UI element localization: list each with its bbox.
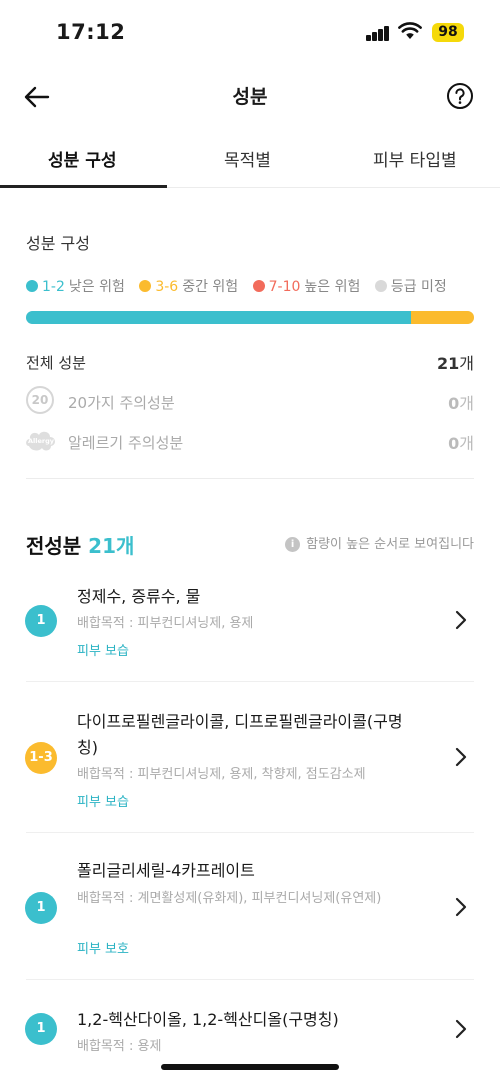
allergy-icon-text: Allergy [28,437,55,445]
legend-low-label: 낮은 위험 [68,279,125,295]
legend-none-label: 등급 미정 [390,279,447,295]
active-tab-indicator [0,185,167,188]
ingredient-purpose: 배합목적 : 계면활성제(유화제), 피부컨디셔닝제(유연제) [77,891,382,906]
legend-mid-dot [139,280,152,292]
tab-bar: 성분 구성 목적별 피부 타입별 [0,128,500,188]
caution20-value: 0개 [448,390,474,414]
risk-bar-mid-fill [410,311,474,324]
risk-distribution-bar [26,311,474,324]
grade-badge: 1 [25,892,57,924]
status-bar: 17:12 98 [0,0,500,66]
sort-note: i 함량이 높은 순서로 보여집니다 [285,533,474,552]
chevron-right-icon[interactable] [452,896,470,918]
legend-low: 1-2 낮은 위험 [26,276,125,296]
section-divider [26,478,474,479]
tab-composition[interactable]: 성분 구성 [48,146,116,171]
ingredient-tag: 피부 보습 [77,795,129,810]
ingredient-item[interactable]: 1-3 다이프로필렌글라이콜, 디프로필렌글라이콜(구명칭) 배합목적 : 피부… [0,682,500,833]
ingredient-name: 정제수, 증류수, 물 [77,587,201,606]
risk-legend: 1-2 낮은 위험 3-6 중간 위험 7-10 높은 위험 등급 미정 [26,276,447,296]
legend-none: 등급 미정 [374,276,447,296]
ingredient-name: 폴리글리세릴-4카프레이트 [77,861,255,880]
status-time: 17:12 [56,20,126,44]
allergy-row[interactable]: Allergy 알레르기 주의성분 0개 [26,430,474,454]
risk-bar-low-fill [26,311,411,324]
caution20-row[interactable]: 20 20가지 주의성분 0개 [26,386,474,414]
caution20-label: 20가지 주의성분 [68,394,175,412]
ingredient-tag: 피부 보호 [77,942,129,957]
legend-mid-label: 중간 위험 [182,279,239,295]
total-ingredients-row: 전체 성분 21개 [26,350,474,374]
full-ingredients-count: 21개 [88,534,135,558]
battery-indicator: 98 [432,23,464,42]
ingredient-tag: 피부 보습 [77,644,129,659]
composition-title: 성분 구성 [26,234,90,253]
legend-none-dot [374,280,387,292]
allergy-icon: Allergy [26,431,56,451]
page-title: 성분 [232,86,268,108]
total-count: 21 [437,354,460,373]
tab-skin-type[interactable]: 피부 타입별 [373,146,457,171]
allergy-unit: 개 [459,434,474,453]
home-indicator[interactable] [161,1064,339,1070]
navigation-bar: 성분 [0,66,500,126]
ingredient-name: 다이프로필렌글라이콜, 디프로필렌글라이콜(구명칭) [77,712,403,757]
full-title-text: 전성분 [26,534,82,558]
ingredient-purpose: 배합목적 : 피부컨디셔닝제, 용제, 착향제, 점도감소제 [77,767,366,782]
legend-mid: 3-6 중간 위험 [139,276,238,296]
total-unit: 개 [459,354,474,373]
caution-20-icon: 20 [26,386,54,414]
grade-badge: 1-3 [25,742,57,774]
chevron-right-icon[interactable] [452,1018,470,1040]
ingredient-purpose: 배합목적 : 용제 [77,1039,162,1054]
ingredient-item[interactable]: 1 폴리글리세릴-4카프레이트 배합목적 : 계면활성제(유화제), 피부컨디셔… [0,833,500,980]
cellular-signal-icon [366,25,390,41]
legend-high-label: 높은 위험 [304,279,361,295]
allergy-count: 0 [448,434,460,453]
legend-low-dot [26,280,38,292]
full-ingredients-title: 전성분 21개 [26,530,134,559]
legend-high-range: 7-10 [268,279,301,295]
caution20-count: 0 [448,394,460,413]
grade-badge: 1 [25,1013,57,1045]
wifi-icon [398,22,422,39]
info-icon: i [285,537,301,552]
legend-high-dot [252,280,265,292]
legend-mid-range: 3-6 [155,279,179,295]
chevron-right-icon[interactable] [452,746,470,768]
legend-high: 7-10 높은 위험 [252,276,361,296]
allergy-label: 알레르기 주의성분 [68,434,184,452]
caution20-unit: 개 [459,394,474,413]
allergy-value: 0개 [448,430,474,454]
help-icon[interactable] [446,82,474,110]
ingredient-name: 1,2-헥산다이올, 1,2-헥산디올(구명칭) [77,1010,339,1029]
legend-low-range: 1-2 [42,279,65,295]
total-value: 21개 [437,350,474,374]
chevron-right-icon[interactable] [452,609,470,631]
grade-badge: 1 [25,605,57,637]
total-label: 전체 성분 [26,354,86,372]
ingredient-item[interactable]: 1 정제수, 증류수, 물 배합목적 : 피부컨디셔닝제, 용제 피부 보습 [0,576,500,682]
ingredient-purpose: 배합목적 : 피부컨디셔닝제, 용제 [77,616,254,631]
sort-note-text: 함량이 높은 순서로 보여집니다 [306,537,474,552]
tab-purpose[interactable]: 목적별 [224,146,271,171]
